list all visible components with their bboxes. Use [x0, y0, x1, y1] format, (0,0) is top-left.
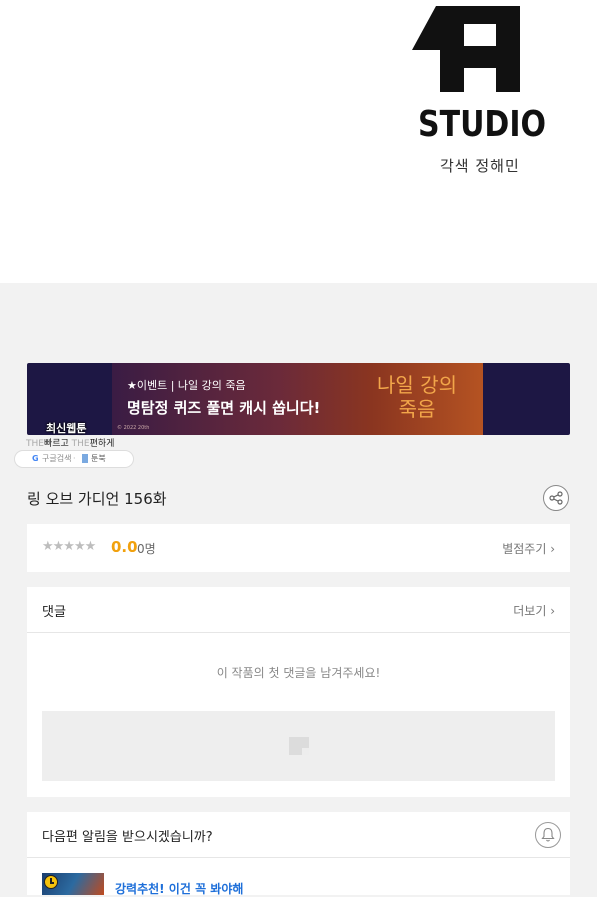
badge-sub-prefix: THE [26, 439, 44, 449]
banner-event-text: ★이벤트 | 나일 강의 죽음 [127, 379, 246, 392]
comment-header: 댓글 더보기 › [27, 587, 570, 633]
more-comments-button[interactable]: 더보기 › [513, 602, 555, 619]
recommend-link[interactable]: 강력추천! 이건 꼭 봐야해 [115, 880, 243, 897]
recommend-thumbnail[interactable] [42, 873, 104, 895]
comment-input[interactable] [42, 711, 555, 781]
badge-subtitle: THE빠르고 THE편하게 [26, 436, 114, 449]
notify-bell-button[interactable] [535, 822, 561, 848]
banner-title-line2: 죽음 [398, 397, 436, 421]
badge-sub-easy: 편하게 [89, 439, 115, 449]
banner-title-line1: 나일 강의 [377, 373, 457, 397]
studio-logo: STUDIO [412, 6, 546, 140]
studio-logo-text: STUDIO [418, 104, 546, 140]
clock-icon [44, 875, 58, 889]
share-button[interactable] [543, 485, 569, 511]
bell-icon [541, 827, 555, 842]
badge-sub-fast: 빠르고 [43, 439, 69, 449]
share-icon [549, 491, 563, 505]
banner-headline: 명탐정 퀴즈 풀면 캐시 쏩니다! [127, 399, 321, 417]
rating-stars-icon: ★★★★★ [42, 539, 96, 554]
notify-card: 다음편 알림을 받으시겠습니까? 강력추천! 이건 꼭 봐야해 [27, 812, 570, 897]
episode-title: 링 오브 가디언 156화 [27, 490, 167, 508]
badge-separator: · [73, 454, 76, 463]
empty-comment-message: 이 작품의 첫 댓글을 남겨주세요! [216, 666, 381, 680]
notify-header: 다음편 알림을 받으시겠습니까? [27, 812, 570, 858]
notify-label: 다음편 알림을 받으시겠습니까? [42, 830, 213, 845]
floating-promo-badge[interactable]: 최신웹툰 THE빠르고 THE편하게 G 구글검색 · 툰북 [14, 420, 134, 468]
comment-card: 댓글 더보기 › 이 작품의 첫 댓글을 남겨주세요! [27, 587, 570, 797]
sticker-icon[interactable] [289, 737, 309, 755]
adaptation-credit: 각색 정해민 [440, 157, 520, 175]
badge-pill[interactable]: G 구글검색 · 툰북 [14, 450, 134, 468]
banner-movie-title: 나일 강의 죽음 [377, 373, 457, 421]
toonbook-icon [82, 454, 88, 463]
rate-button[interactable]: 별점주기 › [502, 540, 555, 557]
banner-artwork: ★이벤트 | 나일 강의 죽음 명탐정 퀴즈 풀면 캐시 쏩니다! 나일 강의 … [112, 363, 483, 435]
rating-score: 0.0 [111, 538, 138, 556]
toonbook-label: 툰북 [91, 454, 106, 463]
rating-card: ★★★★★ 0.0 0명 별점주기 › [27, 524, 570, 572]
badge-title: 최신웹툰 [46, 422, 87, 435]
google-search-label: 구글검색 [42, 454, 72, 463]
rating-count: 0명 [137, 542, 156, 556]
episode-end-panel: STUDIO 각색 정해민 [0, 0, 597, 283]
comment-label: 댓글 [42, 605, 66, 620]
badge-sub-prefix2: THE [71, 439, 90, 449]
google-icon: G [32, 454, 39, 463]
